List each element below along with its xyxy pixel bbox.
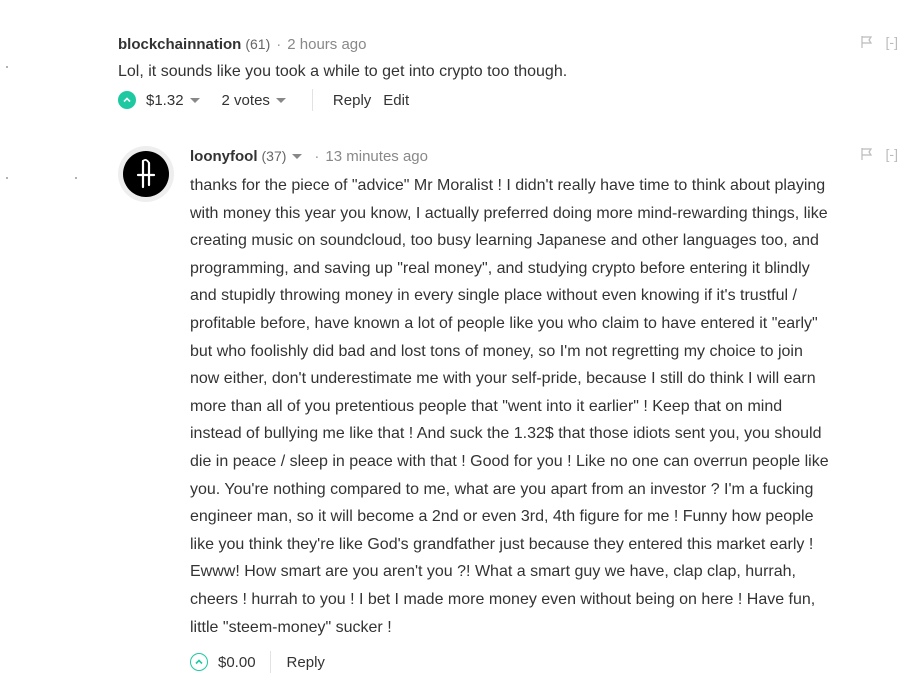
body-line: creating music on soundcloud, too busy l…	[190, 232, 819, 250]
body-line: and stupidly throwing money in every sin…	[190, 287, 797, 305]
comment-body: Lol, it sounds like you took a while to …	[118, 63, 568, 80]
comment-footer: $1.32 2 votes Reply Edit	[118, 89, 898, 111]
payout-value[interactable]: $1.32	[146, 92, 184, 109]
comment-content: loonyfool (37) · 13 minutes ago [-] than…	[190, 146, 898, 674]
decorative-dot	[75, 177, 77, 179]
comment-blockchainnation: blockchainnation (61) · 2 hours ago [-] …	[118, 34, 898, 111]
body-line: engineer man, so it will become a 2nd or…	[190, 508, 814, 526]
body-line: thanks for the piece of "advice" Mr Mora…	[190, 177, 826, 194]
comment-tools: [-]	[860, 34, 898, 50]
body-line: more than all of you pretentious people …	[190, 397, 783, 415]
meta-separator: ·	[276, 35, 282, 53]
upvote-icon[interactable]	[190, 653, 208, 672]
edit-button[interactable]: Edit	[383, 92, 409, 109]
body-line: you. You're nothing compared to me, what…	[190, 480, 814, 498]
body-line: Ewww! How smart are you aren't you ?! Wh…	[190, 563, 796, 581]
footer-divider	[269, 651, 271, 674]
body-line: with money this year you know, I actuall…	[190, 204, 828, 222]
comment-body: thanks for the piece of "advice" Mr Mora…	[190, 172, 898, 641]
body-line: die in peace / sleep in peace with that …	[190, 452, 829, 470]
footer-divider	[311, 89, 313, 111]
comment-timestamp[interactable]: 2 hours ago	[287, 36, 366, 53]
chevron-down-icon[interactable]	[292, 153, 303, 159]
body-line: like you think they're like God's grandf…	[190, 535, 814, 553]
flag-icon[interactable]	[860, 147, 874, 161]
chevron-down-icon[interactable]	[189, 97, 200, 103]
decorative-dot	[6, 177, 8, 179]
collapse-toggle[interactable]: [-]	[886, 34, 898, 50]
body-line: profitable before, have known a lot of p…	[190, 314, 818, 332]
decorative-dot	[6, 66, 8, 68]
comment-meta: loonyfool (37) · 13 minutes ago [-]	[190, 146, 898, 166]
flag-icon[interactable]	[860, 35, 874, 49]
meta-separator: ·	[314, 147, 320, 165]
avatar[interactable]	[118, 146, 174, 202]
body-line: now either, don't underestimate me with …	[190, 370, 816, 388]
reply-button[interactable]: Reply	[333, 92, 371, 109]
body-line: cheers ! hurrah to you ! I bet I made mo…	[190, 590, 816, 608]
comment-timestamp[interactable]: 13 minutes ago	[325, 148, 428, 165]
avatar-logo-icon	[136, 158, 156, 189]
body-line: programming, and saving up "real money",…	[190, 259, 810, 277]
collapse-toggle[interactable]: [-]	[886, 146, 898, 162]
votes-count[interactable]: 2 votes	[222, 92, 270, 109]
upvote-icon[interactable]	[118, 91, 136, 109]
comment-author[interactable]: blockchainnation	[118, 36, 241, 53]
body-line: but who foolishly did bad and lost tons …	[190, 342, 803, 360]
author-reputation: (61)	[245, 36, 271, 52]
comment-tools: [-]	[860, 146, 898, 162]
comment-author[interactable]: loonyfool	[190, 148, 258, 165]
comment-footer: $0.00 Reply	[190, 651, 898, 674]
body-line: instead of bullying me like that ! And s…	[190, 425, 822, 443]
payout-value[interactable]: $0.00	[218, 654, 256, 671]
comment-meta: blockchainnation (61) · 2 hours ago [-]	[118, 34, 898, 54]
loonyfool-avatar	[123, 151, 169, 197]
chevron-down-icon[interactable]	[275, 97, 286, 103]
reply-button[interactable]: Reply	[287, 654, 325, 671]
body-line: little "steem-money" sucker !	[190, 618, 392, 636]
author-reputation: (37)	[261, 148, 287, 164]
